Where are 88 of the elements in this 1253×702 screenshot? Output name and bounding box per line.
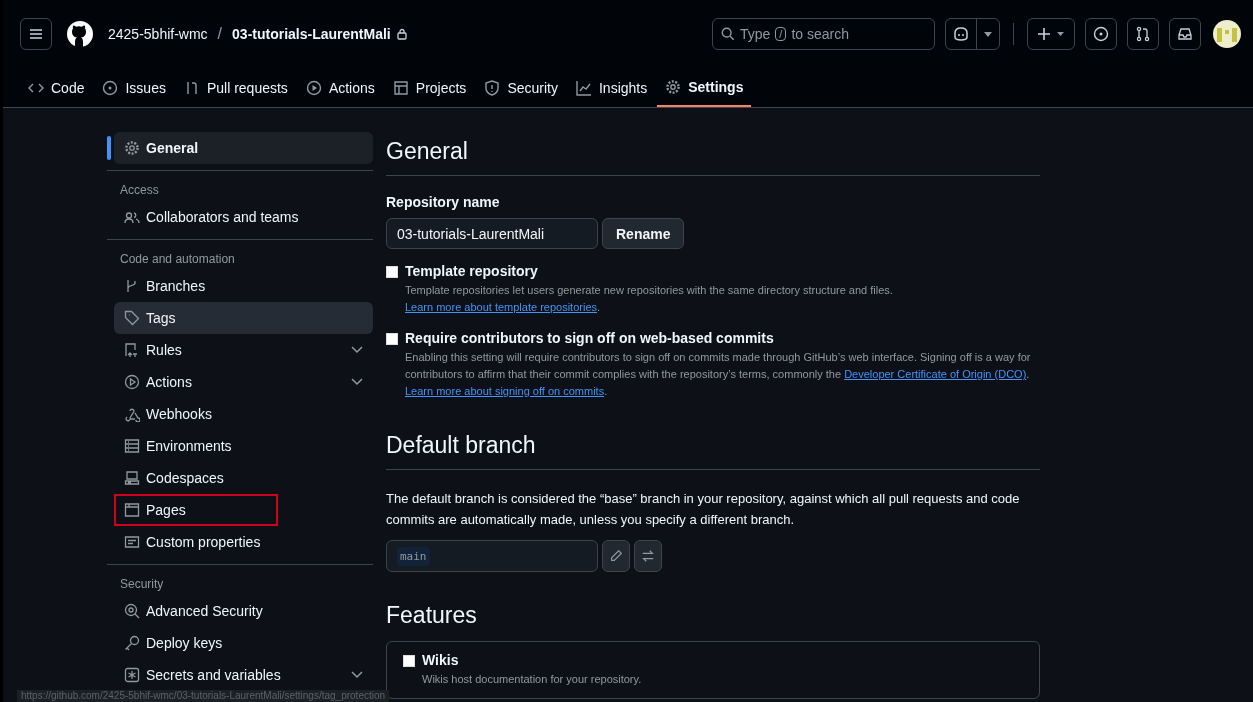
sidebar-item[interactable]: Pages xyxy=(114,494,278,526)
play-icon xyxy=(305,79,322,96)
repository-name-field[interactable]: 03-tutorials-LaurentMali xyxy=(386,218,598,249)
sidebar-item[interactable]: Tags xyxy=(114,302,373,334)
server-icon xyxy=(124,438,140,454)
sidebar-item[interactable]: Deploy keys xyxy=(114,627,373,659)
rename-button[interactable]: Rename xyxy=(602,218,685,249)
search-field[interactable]: Type / to search xyxy=(712,18,935,50)
lock-icon xyxy=(396,28,407,40)
sidebar-item[interactable]: Codespaces xyxy=(114,462,373,494)
owner-link[interactable]: 2425-5bhif-wmc xyxy=(108,26,208,42)
sidebar-item[interactable]: General xyxy=(114,132,373,164)
arrows-icon xyxy=(641,549,655,563)
octocat-logo-icon[interactable] xyxy=(66,20,94,48)
sidebar-item[interactable]: Advanced Security xyxy=(114,595,373,627)
repo-tab[interactable]: Code xyxy=(20,68,93,107)
repo-tab[interactable]: Actions xyxy=(297,68,383,107)
gear-icon xyxy=(124,140,140,156)
people-icon xyxy=(124,209,140,225)
repo-tab[interactable]: Issues xyxy=(94,68,174,107)
copilot-icon xyxy=(952,26,970,42)
table-icon xyxy=(392,79,409,96)
option-description: Template repositories let users generate new repositories with the same directory structure and files. Learn more about template repositories. xyxy=(405,283,894,315)
checkbox[interactable] xyxy=(403,655,415,667)
avatar-icon[interactable] xyxy=(1213,20,1241,48)
branch-name: main xyxy=(397,546,430,566)
circle-dot-icon xyxy=(102,79,119,96)
repo-link[interactable]: 03-tutorials-LaurentMali xyxy=(232,26,391,42)
create-new-button[interactable] xyxy=(1027,18,1075,50)
repo-tab[interactable]: Pull requests xyxy=(175,68,296,107)
default-branch-description: The default branch is considered the “base” branch in your repository, against which all pull requests and code commits are automatically made, unless you specify a different branch. xyxy=(386,490,1021,529)
section-heading: Default branch xyxy=(386,432,1040,470)
learn-more-link[interactable]: Learn more about template repositories xyxy=(405,301,597,313)
sidebar-item[interactable]: Branches xyxy=(114,270,373,302)
browser-icon xyxy=(124,502,140,518)
asterisk-icon xyxy=(124,667,140,683)
option-title: Wikis xyxy=(422,652,460,668)
section-heading: Features xyxy=(386,602,478,630)
sidebar-item[interactable]: Rules xyxy=(114,334,373,366)
repo-tab[interactable]: Insights xyxy=(567,68,656,107)
pull-requests-button[interactable] xyxy=(1127,18,1159,50)
rules-icon xyxy=(124,342,140,358)
sidebar-item[interactable]: Collaborators and teams xyxy=(114,201,373,233)
circle-dot-icon xyxy=(1093,26,1109,42)
option-title: Require contributors to sign off on web-based commits xyxy=(405,330,775,346)
checkbox[interactable] xyxy=(386,266,398,278)
search-icon xyxy=(721,27,735,41)
inbox-button[interactable] xyxy=(1169,18,1201,50)
webhook-icon xyxy=(124,406,140,422)
checkbox[interactable] xyxy=(386,333,398,345)
section-heading: General xyxy=(386,138,1040,176)
issues-button[interactable] xyxy=(1085,18,1117,50)
copilot-button[interactable] xyxy=(945,18,1000,50)
inbox-icon xyxy=(1177,26,1193,42)
graph-icon xyxy=(575,79,592,96)
option-description: Wikis host documentation for your repository. xyxy=(422,672,642,687)
sidebar-heading: Access xyxy=(119,182,160,199)
repo-tab[interactable]: Projects xyxy=(384,68,475,107)
sidebar-item[interactable]: Actions xyxy=(114,366,373,398)
note-icon xyxy=(124,534,140,550)
repo-tab[interactable]: Settings xyxy=(657,68,752,107)
menu-icon xyxy=(28,26,44,42)
menu-button[interactable] xyxy=(20,18,52,50)
key-icon xyxy=(124,635,140,651)
sidebar-item[interactable]: Custom properties xyxy=(114,526,373,558)
sidebar-item[interactable]: Environments xyxy=(114,430,373,462)
sidebar-heading: Code and automation xyxy=(119,251,236,268)
caret-icon xyxy=(984,31,992,37)
search-icon xyxy=(124,603,140,619)
tag-icon xyxy=(124,310,140,326)
play-icon xyxy=(124,374,140,390)
gear-icon xyxy=(665,78,682,95)
field-label: Repository name xyxy=(386,194,501,210)
pencil-icon xyxy=(609,549,623,563)
sidebar-heading: Security xyxy=(119,576,165,593)
sidebar-item[interactable]: Secrets and variables xyxy=(114,659,373,691)
pull-request-icon xyxy=(1135,26,1151,42)
edit-button[interactable] xyxy=(602,540,630,572)
plus-caret-icon xyxy=(1037,27,1065,41)
sidebar-item[interactable]: Webhooks xyxy=(114,398,373,430)
path-separator: / xyxy=(217,25,223,43)
switch-branch-button[interactable] xyxy=(634,540,662,572)
option-description: Enabling this setting will require contributors to sign off on commits made through GitHub’s web interface. Signing off is a way for contributors to affirm that their commit complies with the repository’s terms, commonly the Developer Certificate of Origin (DCO). Learn more about signing off on commits. xyxy=(405,350,1032,399)
status-url-tooltip: https://github.com/2425-5bhif-wmc/03-tutorials-LaurentMali/settings/tag_protection xyxy=(17,690,390,702)
shield-icon xyxy=(484,79,501,96)
codespaces-icon xyxy=(124,470,140,486)
repo-tab[interactable]: Security xyxy=(476,68,566,107)
option-title: Template repository xyxy=(405,263,539,279)
